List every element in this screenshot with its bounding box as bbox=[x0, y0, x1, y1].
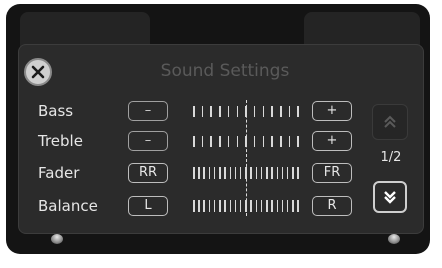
treble-label: Treble bbox=[38, 132, 83, 150]
bezel-top-right-tab bbox=[304, 12, 420, 48]
double-chevron-up-icon bbox=[384, 115, 396, 128]
balance-left-button[interactable]: L bbox=[128, 196, 168, 216]
fader-front-button[interactable]: FR bbox=[312, 163, 352, 183]
scroll-down-button[interactable] bbox=[373, 181, 407, 213]
right-knob[interactable] bbox=[388, 234, 400, 244]
left-knob[interactable] bbox=[51, 234, 63, 244]
fader-label: Fader bbox=[38, 164, 80, 182]
page-title: Sound Settings bbox=[160, 61, 290, 81]
close-icon bbox=[31, 65, 45, 79]
fader-rear-button[interactable]: RR bbox=[128, 163, 168, 183]
bass-label: Bass bbox=[38, 102, 74, 120]
fader-level-ticks[interactable] bbox=[193, 165, 299, 181]
treble-increase-button[interactable]: + bbox=[312, 131, 352, 151]
close-button[interactable] bbox=[24, 58, 52, 86]
treble-decrease-button[interactable]: – bbox=[128, 131, 168, 151]
bass-increase-button[interactable]: + bbox=[312, 101, 352, 121]
bass-decrease-button[interactable]: – bbox=[128, 101, 168, 121]
scroll-up-button[interactable] bbox=[372, 104, 408, 140]
page-indicator: 1/2 bbox=[380, 150, 402, 165]
balance-level-ticks[interactable] bbox=[193, 198, 299, 214]
balance-label: Balance bbox=[38, 197, 98, 215]
treble-level-ticks[interactable] bbox=[193, 133, 299, 149]
double-chevron-down-icon bbox=[384, 191, 396, 204]
bass-level-ticks[interactable] bbox=[193, 103, 299, 119]
balance-right-button[interactable]: R bbox=[312, 196, 352, 216]
bezel-top-left-tab bbox=[20, 12, 150, 48]
